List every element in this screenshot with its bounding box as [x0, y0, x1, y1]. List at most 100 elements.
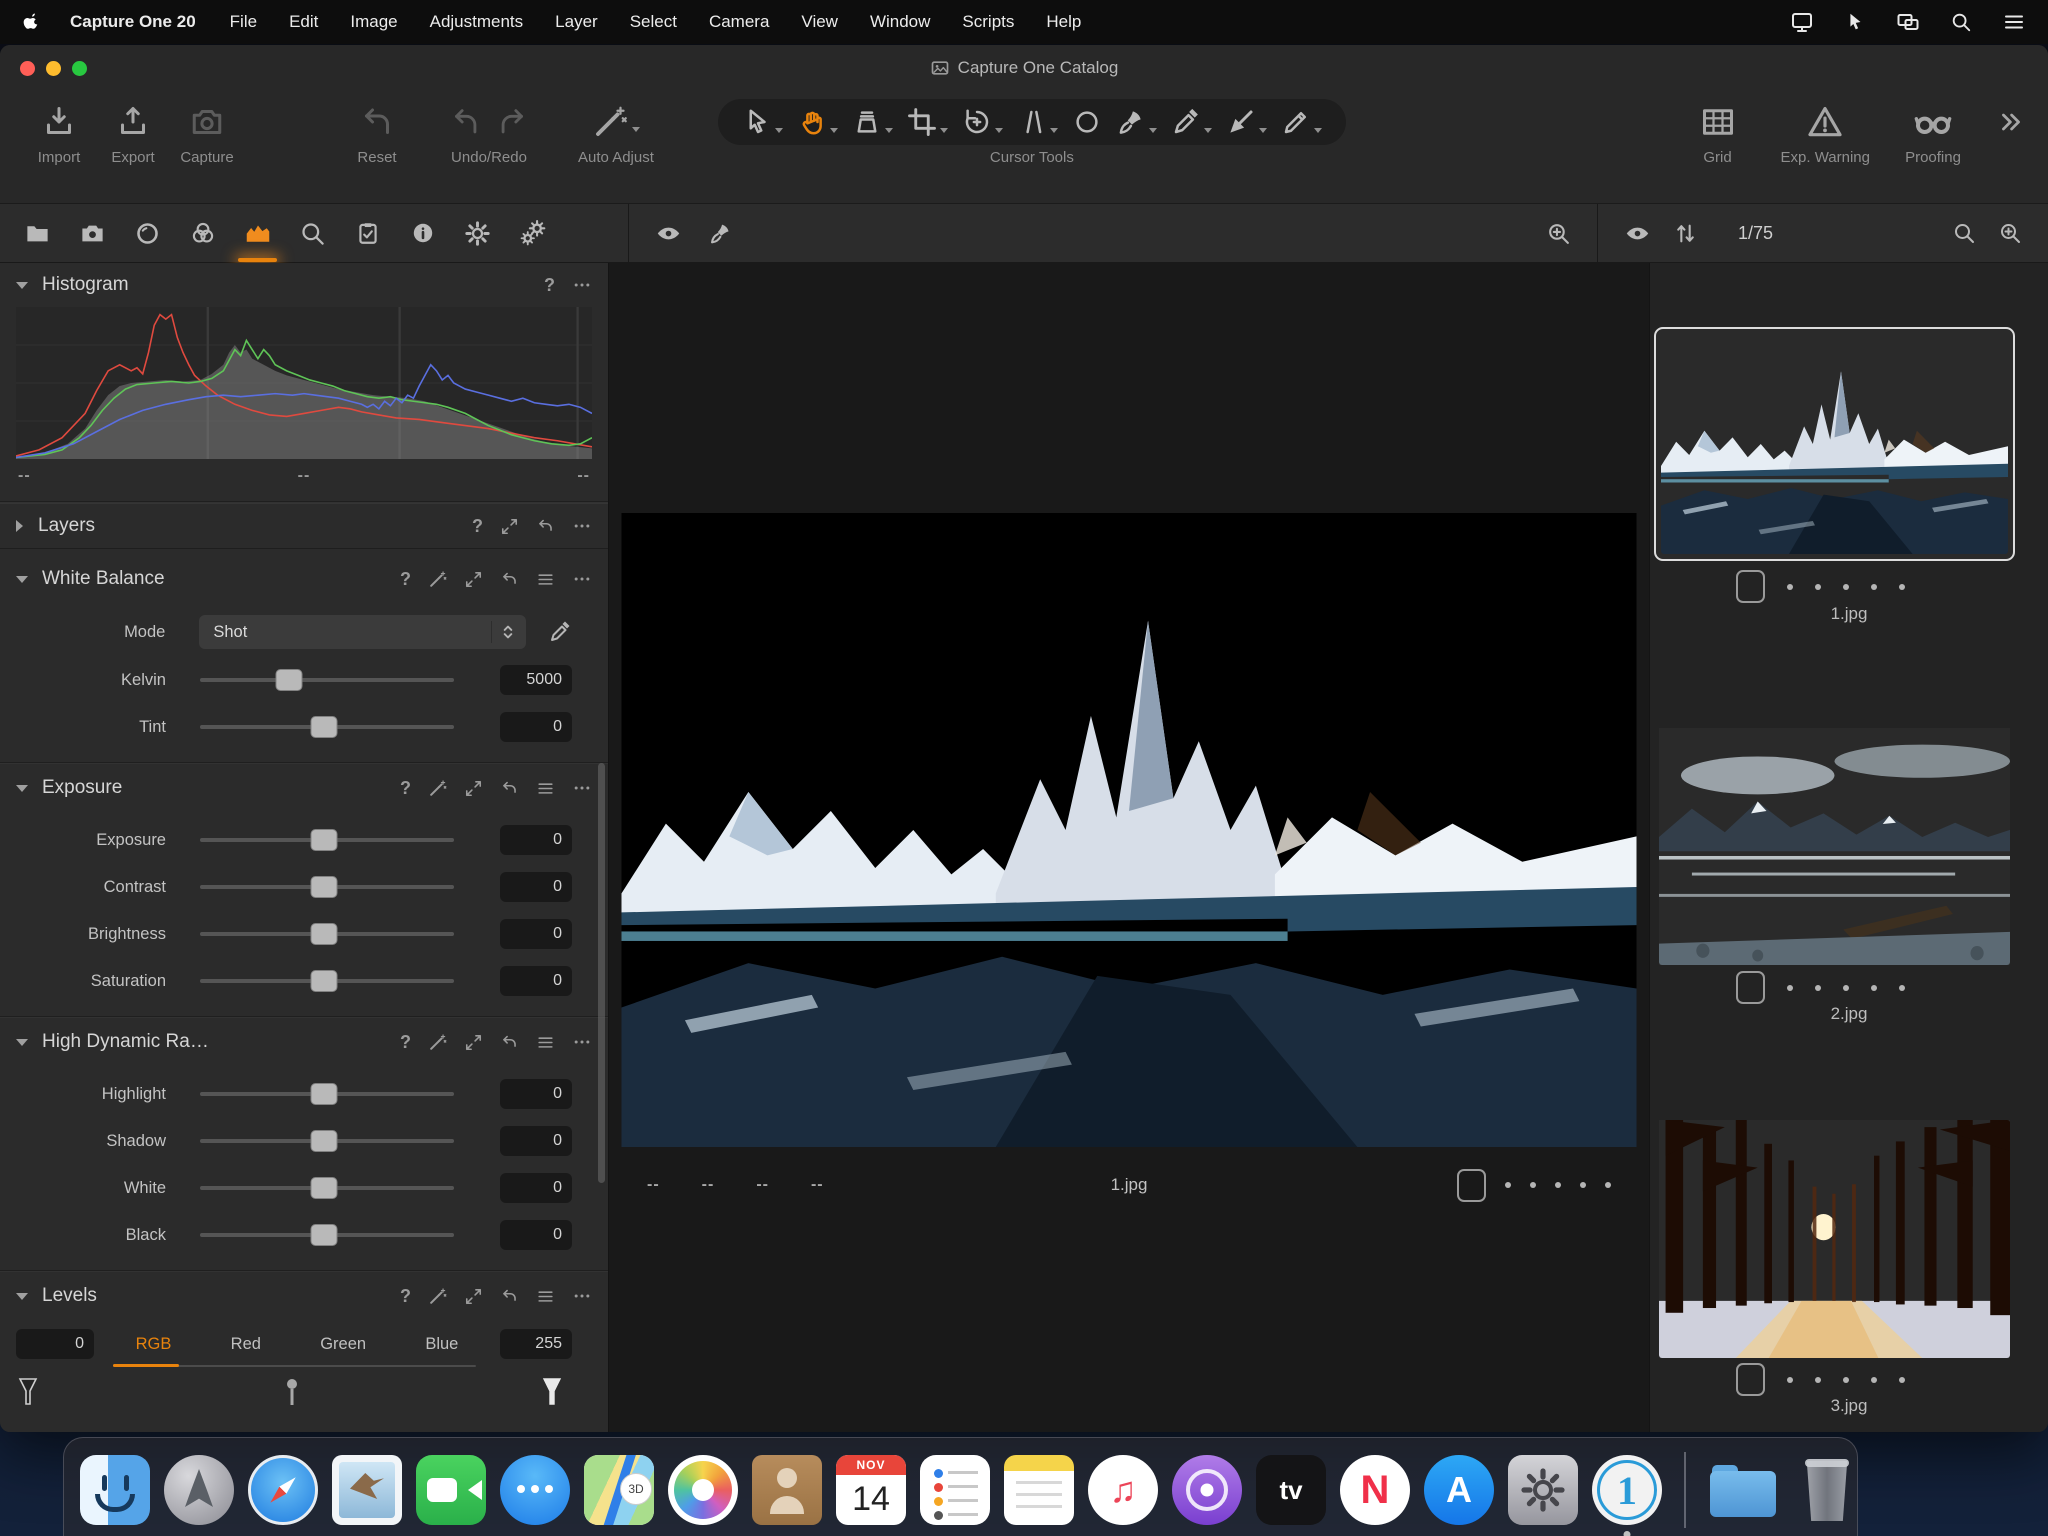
dock-apple-tv-icon[interactable]: tv: [1256, 1455, 1326, 1525]
slider-handle[interactable]: [310, 1083, 338, 1105]
slider-handle[interactable]: [310, 1224, 338, 1246]
dock-app-store-icon[interactable]: A: [1424, 1455, 1494, 1525]
menu-select[interactable]: Select: [630, 12, 677, 32]
levels-channel-rgb[interactable]: RGB: [136, 1335, 172, 1354]
dock-maps-icon[interactable]: 3D: [584, 1455, 654, 1525]
slider-handle[interactable]: [310, 1177, 338, 1199]
white-slider[interactable]: [200, 1177, 454, 1199]
display-status-icon[interactable]: [1790, 10, 1814, 34]
pointer-status-icon[interactable]: [1844, 11, 1866, 33]
menu-adjustments[interactable]: Adjustments: [430, 12, 524, 32]
dock-downloads-folder-icon[interactable]: [1708, 1455, 1778, 1525]
help-icon[interactable]: ?: [400, 569, 411, 590]
dock-music-icon[interactable]: ♫: [1088, 1455, 1158, 1525]
dock-news-icon[interactable]: N: [1340, 1455, 1410, 1525]
rating-dot[interactable]: [1871, 583, 1877, 590]
stepper-icon[interactable]: [491, 621, 518, 643]
black-value[interactable]: 0: [500, 1220, 572, 1250]
reset-button[interactable]: Reset: [340, 99, 414, 166]
select-checkbox[interactable]: [1736, 570, 1765, 603]
tab-adjustments[interactable]: [450, 204, 505, 262]
tab-capture[interactable]: [65, 204, 120, 262]
wb-eyedropper-icon[interactable]: [548, 620, 572, 644]
dock-calendar-icon[interactable]: NOV 14: [836, 1455, 906, 1525]
shadow-slider[interactable]: [200, 1130, 454, 1152]
tab-color[interactable]: [175, 204, 230, 262]
tab-metadata[interactable]: [340, 204, 395, 262]
menu-image[interactable]: Image: [350, 12, 397, 32]
menu-layer[interactable]: Layer: [555, 12, 598, 32]
slider-handle[interactable]: [310, 716, 338, 738]
saturation-slider[interactable]: [200, 970, 454, 992]
collapse-chevron-icon[interactable]: [16, 1038, 28, 1046]
thumbnail-3[interactable]: [1659, 1120, 2010, 1358]
minimize-window-button[interactable]: [46, 60, 61, 76]
menu-list-icon[interactable]: [2002, 10, 2026, 34]
slider-handle[interactable]: [275, 669, 303, 691]
reset-panel-icon[interactable]: [500, 1033, 519, 1052]
select-checkbox[interactable]: [1736, 971, 1765, 1004]
rating-dot[interactable]: [1843, 984, 1849, 991]
grid-button[interactable]: Grid: [1681, 99, 1755, 166]
rating-dot[interactable]: [1815, 984, 1821, 991]
import-button[interactable]: Import: [22, 99, 96, 166]
dock-trash-icon[interactable]: [1792, 1455, 1862, 1525]
rating-dot[interactable]: [1899, 984, 1905, 991]
brightness-value[interactable]: 0: [500, 919, 572, 949]
export-button[interactable]: Export: [96, 99, 170, 166]
levels-channel-blue[interactable]: Blue: [425, 1335, 458, 1354]
dock-reminders-icon[interactable]: [920, 1455, 990, 1525]
levels-channel-green[interactable]: Green: [320, 1335, 366, 1354]
rating-dot[interactable]: [1787, 984, 1793, 991]
collapse-chevron-icon[interactable]: [16, 281, 28, 289]
levels-highlight-handle[interactable]: [542, 1377, 562, 1407]
menu-edit[interactable]: Edit: [289, 12, 318, 32]
dock-notes-icon[interactable]: [1004, 1455, 1074, 1525]
contrast-value[interactable]: 0: [500, 872, 572, 902]
dock-finder-icon[interactable]: [80, 1455, 150, 1525]
highlight-slider[interactable]: [200, 1083, 454, 1105]
reset-panel-icon[interactable]: [500, 779, 519, 798]
more-options-icon[interactable]: [572, 1286, 592, 1306]
undo-redo-buttons[interactable]: Undo/Redo: [434, 99, 544, 166]
browser-eye-icon[interactable]: [1624, 220, 1651, 247]
browser-sort-icon[interactable]: [1673, 221, 1698, 246]
browser-search-icon[interactable]: [1952, 221, 1976, 245]
viewer-eye-icon[interactable]: [655, 220, 682, 247]
tab-library[interactable]: [10, 204, 65, 262]
rating-dot[interactable]: [1787, 583, 1793, 590]
help-icon[interactable]: ?: [400, 1286, 411, 1307]
presets-icon[interactable]: [536, 1033, 555, 1052]
expand-panel-icon[interactable]: [464, 1033, 483, 1052]
app-menu-title[interactable]: Capture One 20: [70, 12, 196, 32]
zoom-window-button[interactable]: [72, 60, 87, 76]
auto-wand-icon[interactable]: [428, 779, 447, 798]
auto-wand-icon[interactable]: [428, 1033, 447, 1052]
dock-safari-icon[interactable]: [248, 1455, 318, 1525]
expand-panel-icon[interactable]: [464, 1287, 483, 1306]
rating-dot[interactable]: [1815, 583, 1821, 590]
tab-exposure[interactable]: [230, 204, 285, 262]
slider-handle[interactable]: [310, 923, 338, 945]
rating-dot[interactable]: [1580, 1182, 1586, 1188]
collapse-chevron-icon[interactable]: [16, 1292, 28, 1300]
collapse-chevron-icon[interactable]: [16, 575, 28, 583]
black-slider[interactable]: [200, 1224, 454, 1246]
histogram-header[interactable]: Histogram ?: [0, 263, 608, 307]
proofing-button[interactable]: Proofing: [1896, 99, 1970, 166]
exposure-slider[interactable]: [200, 829, 454, 851]
redo-icon[interactable]: [496, 105, 530, 139]
expand-chevron-icon[interactable]: [16, 520, 23, 532]
dock-facetime-icon[interactable]: [416, 1455, 486, 1525]
kelvin-value[interactable]: 5000: [500, 665, 572, 695]
white-balance-header[interactable]: White Balance ?: [0, 555, 608, 603]
auto-wand-icon[interactable]: [428, 1287, 447, 1306]
expand-panel-icon[interactable]: [464, 570, 483, 589]
saturation-value[interactable]: 0: [500, 966, 572, 996]
dock-capture-one-icon[interactable]: 1: [1592, 1455, 1662, 1536]
auto-wand-icon[interactable]: [428, 570, 447, 589]
gradient-mask-tool[interactable]: [1224, 103, 1269, 141]
white-value[interactable]: 0: [500, 1173, 572, 1203]
crop-tool[interactable]: [905, 103, 950, 141]
slider-handle[interactable]: [310, 970, 338, 992]
